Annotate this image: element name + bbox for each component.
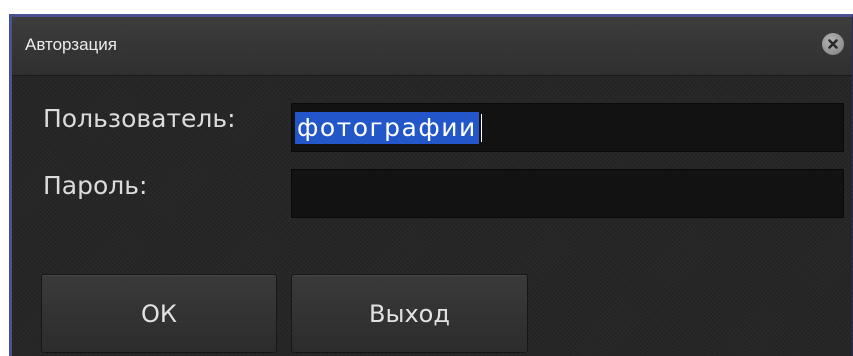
ok-button-label: ОК	[141, 299, 177, 328]
exit-button[interactable]: Выход	[291, 274, 528, 353]
ok-button[interactable]: ОК	[41, 274, 277, 353]
title-bar[interactable]: Авторзация	[12, 17, 852, 76]
username-selected-text: фотографии	[295, 112, 479, 144]
exit-button-label: Выход	[369, 299, 450, 328]
password-field[interactable]	[291, 169, 844, 218]
username-value: фотографии	[297, 113, 477, 142]
username-label: Пользователь:	[43, 104, 236, 133]
close-button[interactable]	[822, 33, 844, 55]
password-label: Пароль:	[43, 171, 148, 200]
username-field[interactable]: фотографии	[291, 103, 844, 152]
auth-dialog: Авторзация Пользователь: фотографии Паро…	[9, 14, 853, 356]
close-icon	[827, 38, 839, 50]
dialog-title: Авторзация	[25, 35, 117, 54]
text-caret	[481, 114, 482, 142]
